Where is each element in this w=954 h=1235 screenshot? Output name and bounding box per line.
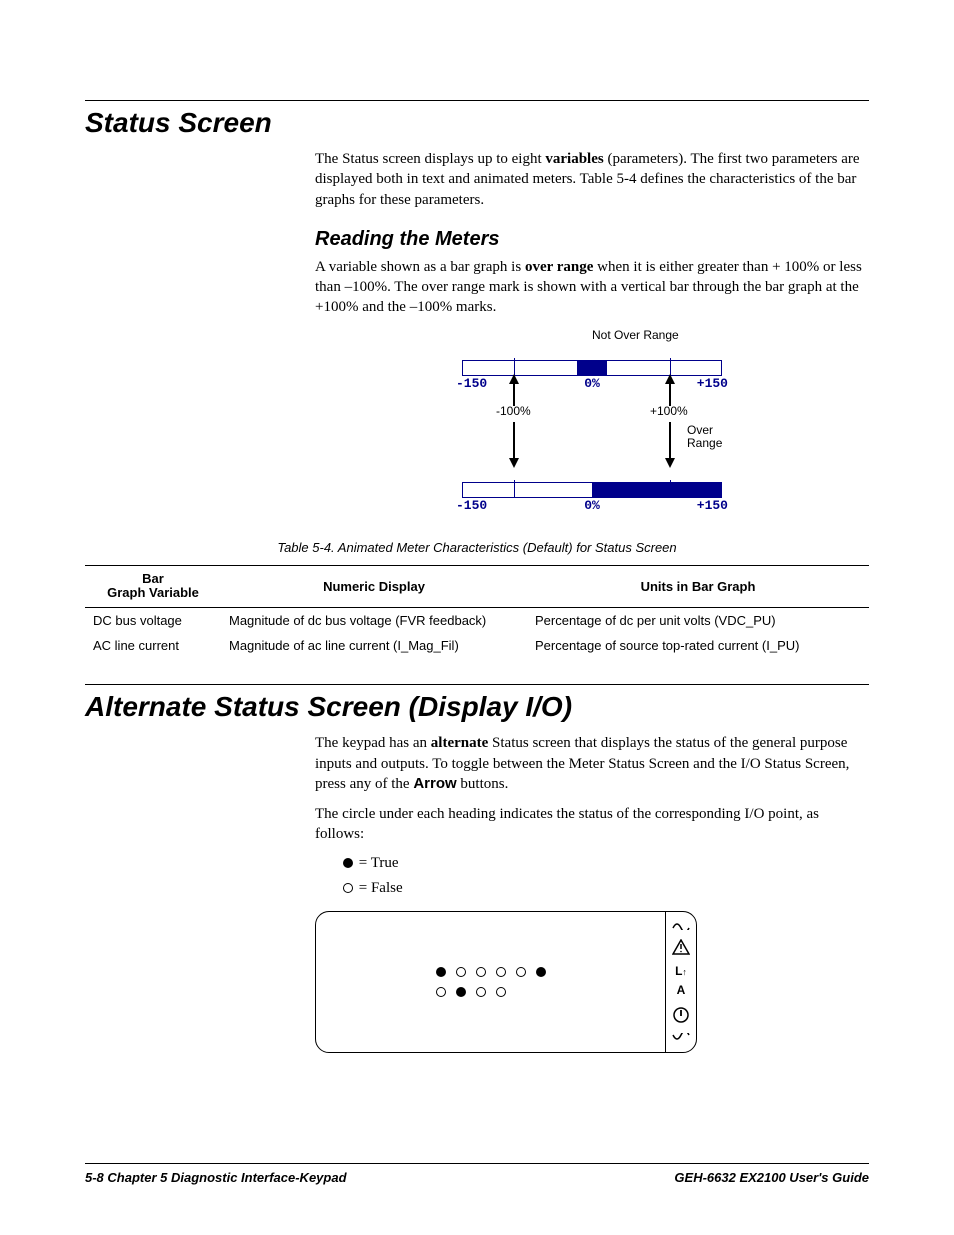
italic-comma: ,	[846, 756, 850, 772]
open-circle-icon	[436, 987, 446, 997]
legend-false: = False	[343, 880, 869, 897]
heading-alternate-status: Alternate Status Screen (Display I/O)	[85, 691, 869, 723]
text-run: press any of the	[315, 776, 413, 792]
open-circle-icon	[516, 967, 526, 977]
io-dots-area	[316, 912, 665, 1052]
open-circle-icon	[476, 967, 486, 977]
side-label-L: L↑	[675, 964, 687, 978]
cell: DC bus voltage	[85, 608, 221, 634]
meter-characteristics-table: BarGraph Variable Numeric Display Units …	[85, 565, 869, 659]
status-screen-intro: The Status screen displays up to eight v…	[315, 149, 869, 210]
meter-tick-pos100	[670, 480, 671, 498]
bold-variables: variables	[545, 151, 603, 167]
bold-over-range: over range	[525, 259, 593, 275]
table-row: DC bus voltage Magnitude of dc bus volta…	[85, 608, 869, 634]
open-circle-icon	[496, 987, 506, 997]
io-side-icons: L↑ A	[665, 912, 696, 1052]
scale-max: +150	[697, 498, 728, 513]
horizontal-rule	[85, 100, 869, 101]
alternate-para1: The keypad has an alternate Status scree…	[315, 733, 869, 794]
alert-triangle-icon	[672, 939, 690, 955]
side-label-A: A	[677, 983, 686, 997]
legend-true: = True	[343, 855, 869, 872]
heading-status-screen: Status Screen	[85, 107, 869, 139]
text-run: The Status screen displays up to eight	[315, 151, 545, 167]
body-column: The Status screen displays up to eight v…	[315, 149, 869, 532]
open-circle-icon	[456, 967, 466, 977]
table-caption: Table 5-4. Animated Meter Characteristic…	[85, 540, 869, 555]
legend-text: = False	[355, 880, 403, 896]
horizontal-rule	[85, 684, 869, 685]
meter-track	[462, 482, 722, 498]
io-row-1	[436, 967, 665, 977]
heading-reading-meters: Reading the Meters	[315, 228, 869, 251]
filled-circle-icon	[343, 858, 353, 868]
open-circle-icon	[343, 883, 353, 893]
footer-right: GEH-6632 EX2100 User's Guide	[674, 1170, 869, 1185]
meter-figure: Not Over Range -150 0% +150	[462, 332, 722, 532]
open-circle-icon	[496, 967, 506, 977]
text-run: A variable shown as a bar graph is	[315, 259, 525, 275]
text-run: buttons.	[457, 776, 509, 792]
page-footer: 5-8 Chapter 5 Diagnostic Interface-Keypa…	[85, 1163, 869, 1185]
reading-meters-para: A variable shown as a bar graph is over …	[315, 257, 869, 318]
legend-text: = True	[355, 855, 398, 871]
scale-zero: 0%	[584, 498, 600, 513]
meter-bar-bottom: -150 0% +150	[462, 468, 722, 502]
alternate-para2: The circle under each heading indicates …	[315, 804, 869, 845]
body-column: The keypad has an alternate Status scree…	[315, 733, 869, 1052]
cell: Percentage of dc per unit volts (VDC_PU)	[527, 608, 869, 634]
annotation-pos100: +100%	[650, 404, 688, 418]
cell: Magnitude of ac line current (I_Mag_Fil)	[221, 633, 527, 658]
io-row-2	[436, 987, 665, 997]
wave-bottom-icon	[672, 1033, 690, 1043]
wave-top-icon	[672, 920, 690, 930]
cell: Magnitude of dc bus voltage (FVR feedbac…	[221, 608, 527, 634]
table-row: AC line current Magnitude of ac line cur…	[85, 633, 869, 658]
arrows-down-icon	[462, 420, 722, 470]
power-circle-icon	[672, 1006, 690, 1024]
col-header: BarGraph Variable	[85, 565, 221, 608]
text-run: The keypad has an	[315, 735, 431, 751]
page: Status Screen The Status screen displays…	[0, 0, 954, 1235]
bold-arrow: Arrow	[413, 775, 456, 792]
bold-alternate: alternate	[431, 735, 488, 751]
open-circle-icon	[476, 987, 486, 997]
table-header-row: BarGraph Variable Numeric Display Units …	[85, 565, 869, 608]
filled-circle-icon	[536, 967, 546, 977]
footer-left: 5-8 Chapter 5 Diagnostic Interface-Keypa…	[85, 1170, 347, 1185]
cell: AC line current	[85, 633, 221, 658]
io-status-display: L↑ A	[315, 911, 697, 1053]
cell: Percentage of source top-rated current (…	[527, 633, 869, 658]
col-header: Units in Bar Graph	[527, 565, 869, 608]
filled-circle-icon	[436, 967, 446, 977]
annotation-neg100: -100%	[496, 404, 531, 418]
scale-min: -150	[456, 498, 487, 513]
col-header: Numeric Display	[221, 565, 527, 608]
meter-tick-neg100	[514, 480, 515, 498]
meter-fill	[592, 483, 721, 497]
annotation-not-over-range: Not Over Range	[592, 328, 679, 342]
filled-circle-icon	[456, 987, 466, 997]
